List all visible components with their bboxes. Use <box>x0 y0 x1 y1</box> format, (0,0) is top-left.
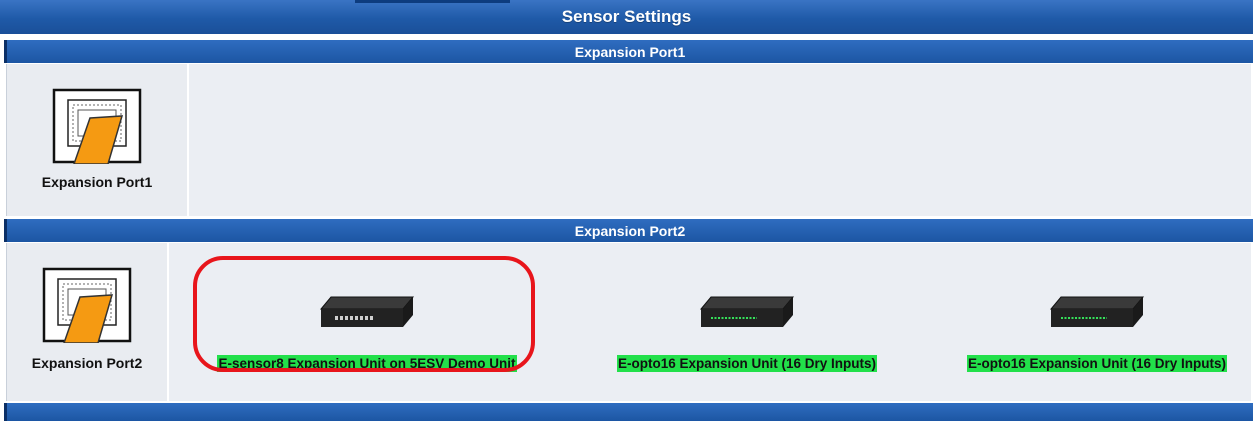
expansion-unit-label[interactable]: E-sensor8 Expansion Unit on 5ESV Demo Un… <box>217 355 517 372</box>
expansion-port1-cell[interactable]: Expansion Port1 <box>7 64 189 216</box>
expansion-port-icon[interactable] <box>42 267 132 343</box>
expansion-unit-e-opto16[interactable]: E-opto16 Expansion Unit (16 Dry Inputs) <box>942 243 1252 401</box>
expansion-unit-label[interactable]: E-opto16 Expansion Unit (16 Dry Inputs) <box>966 355 1228 372</box>
section-title: Expansion Port2 <box>574 222 686 239</box>
expansion-unit-e-opto16[interactable]: E-opto16 Expansion Unit (16 Dry Inputs) <box>587 243 907 401</box>
footer-bar <box>4 403 1253 421</box>
sensor-settings-header: Sensor Settings <box>0 0 1253 34</box>
page-title: Sensor Settings <box>561 7 692 26</box>
expansion-unit-icon[interactable] <box>697 293 797 329</box>
expansion-unit-label[interactable]: E-opto16 Expansion Unit (16 Dry Inputs) <box>616 355 878 372</box>
expansion-port1-section: Expansion Port1 <box>6 64 1251 216</box>
expansion-port1-section-bar: Expansion Port1 <box>4 40 1253 63</box>
expansion-port2-section: Expansion Port2 E-sensor8 Expansion Unit… <box>6 243 1251 401</box>
expansion-port2-cell[interactable]: Expansion Port2 <box>7 243 169 401</box>
expansion-unit-icon[interactable] <box>1047 293 1147 329</box>
port-label: Expansion Port1 <box>41 174 153 190</box>
expansion-port2-section-bar: Expansion Port2 <box>4 219 1253 242</box>
port-label: Expansion Port2 <box>31 355 143 371</box>
expansion-unit-e-sensor8[interactable]: E-sensor8 Expansion Unit on 5ESV Demo Un… <box>187 243 547 401</box>
section-title: Expansion Port1 <box>574 43 686 60</box>
expansion-unit-icon[interactable] <box>317 293 417 329</box>
expansion-port-icon[interactable] <box>52 88 142 164</box>
